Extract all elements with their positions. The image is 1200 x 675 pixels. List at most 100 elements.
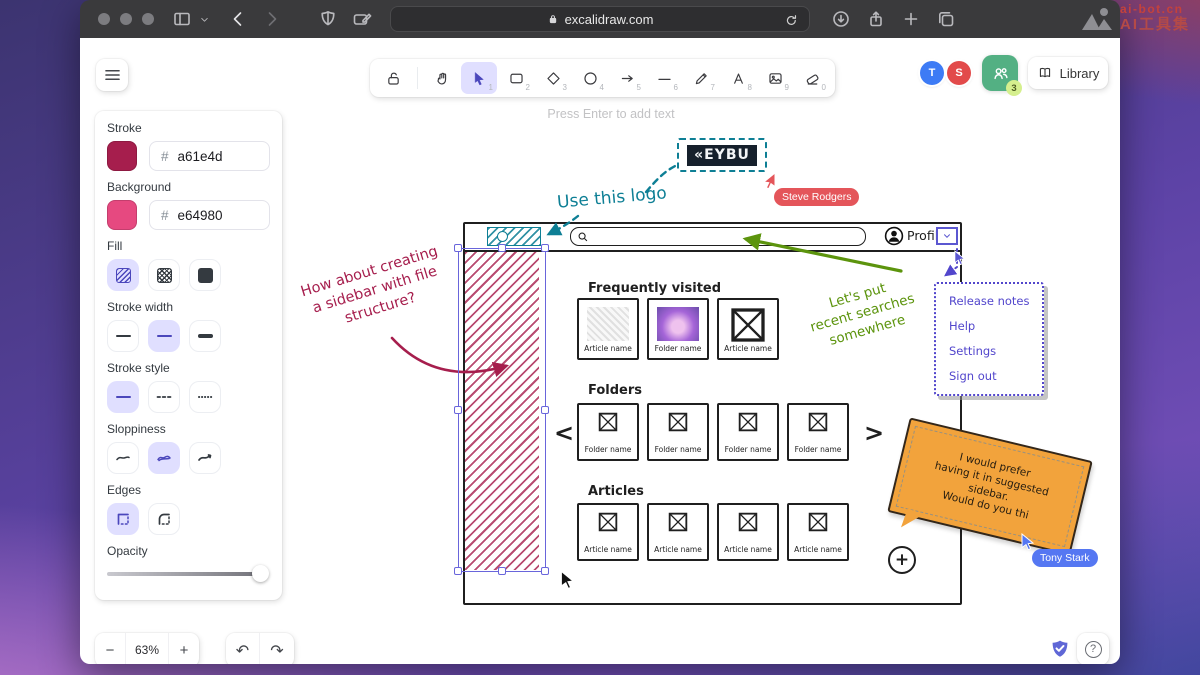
- wireframe-card[interactable]: Folder name: [717, 403, 779, 461]
- background-hex-input[interactable]: # e64980: [149, 200, 270, 230]
- selection-handle[interactable]: [498, 567, 506, 575]
- wireframe-card[interactable]: Article name: [647, 503, 709, 561]
- main-menu-button[interactable]: [96, 59, 128, 91]
- sidebar-suggestion-note[interactable]: How about creating a sidebar with file s…: [276, 235, 474, 345]
- wireframe-card[interactable]: Folder name: [647, 298, 709, 360]
- share-collaboration-button[interactable]: 3: [982, 55, 1018, 91]
- stroke-hex-input[interactable]: # a61e4d: [149, 141, 270, 171]
- watermark-logo-icon: [1080, 4, 1114, 32]
- stroke-width-thin-button[interactable]: [107, 320, 139, 352]
- wireframe-card[interactable]: Article name: [787, 503, 849, 561]
- selection-handle[interactable]: [454, 567, 462, 575]
- wireframe-search-bar[interactable]: [570, 227, 866, 246]
- wireframe-profile-avatar-icon[interactable]: [884, 226, 904, 246]
- downloads-icon[interactable]: [831, 9, 851, 29]
- properties-panel: Stroke # a61e4d Background # e64980 Fill: [95, 111, 282, 600]
- help-button[interactable]: ?: [1077, 633, 1109, 664]
- background-color-swatch[interactable]: [107, 200, 137, 230]
- address-bar[interactable]: excalidraw.com: [390, 6, 810, 32]
- share-icon[interactable]: [866, 9, 886, 29]
- stroke-width-bold-button[interactable]: [148, 320, 180, 352]
- wireframe-card[interactable]: Folder name: [787, 403, 849, 461]
- opacity-slider[interactable]: [107, 566, 267, 582]
- logo-highlight-dashed-box[interactable]: «EYBU: [677, 138, 767, 172]
- use-this-logo-note[interactable]: Use this logo: [556, 183, 667, 213]
- text-icon: [730, 70, 747, 87]
- carousel-next-chevron[interactable]: >: [864, 419, 884, 447]
- selection-handle[interactable]: [498, 244, 506, 252]
- collaborator-avatar-s[interactable]: S: [947, 61, 971, 85]
- sloppiness-cartoonist-button[interactable]: [189, 442, 221, 474]
- library-button[interactable]: Library: [1028, 57, 1108, 89]
- wireframe-card[interactable]: Folder name: [647, 403, 709, 461]
- tool-lock-button[interactable]: [375, 62, 411, 94]
- wireframe-card[interactable]: Article name: [577, 298, 639, 360]
- selection-box[interactable]: [458, 248, 546, 572]
- opacity-knob[interactable]: [252, 565, 269, 582]
- privacy-shield-icon[interactable]: [318, 9, 338, 29]
- selection-handle[interactable]: [541, 244, 549, 252]
- fill-crosshatch-button[interactable]: [148, 259, 180, 291]
- selection-handle[interactable]: [454, 406, 462, 414]
- tool-ellipse-button[interactable]: 4: [572, 62, 608, 94]
- carousel-prev-chevron[interactable]: <: [554, 419, 574, 447]
- wireframe-logo-placeholder[interactable]: [487, 227, 541, 246]
- zoom-out-button[interactable]: −: [95, 633, 125, 664]
- selection-handle[interactable]: [541, 567, 549, 575]
- tool-eraser-button[interactable]: 0: [794, 62, 830, 94]
- zoom-in-button[interactable]: +: [169, 633, 199, 664]
- tool-selection-button[interactable]: 1: [461, 62, 497, 94]
- compose-icon[interactable]: [352, 9, 372, 29]
- tool-line-button[interactable]: 6: [646, 62, 682, 94]
- sloppiness-architect-button[interactable]: [107, 442, 139, 474]
- tool-rectangle-button[interactable]: 2: [498, 62, 534, 94]
- wireframe-card[interactable]: Article name: [577, 503, 639, 561]
- redo-button[interactable]: ↷: [260, 633, 294, 664]
- traffic-light-zoom[interactable]: [142, 13, 154, 25]
- edges-round-button[interactable]: [148, 503, 180, 535]
- sidebar-chevron-down-icon[interactable]: [198, 9, 210, 29]
- wireframe-card[interactable]: Folder name: [577, 403, 639, 461]
- stroke-style-solid-button[interactable]: [107, 381, 139, 413]
- undo-button[interactable]: ↶: [226, 633, 260, 664]
- menu-item-settings[interactable]: Settings: [949, 344, 1042, 358]
- edges-sharp-button[interactable]: [107, 503, 139, 535]
- image-icon: [767, 70, 784, 87]
- wireframe-card[interactable]: Article name: [717, 298, 779, 360]
- keybu-logo[interactable]: «EYBU: [687, 145, 757, 166]
- menu-item-help[interactable]: Help: [949, 319, 1042, 333]
- profile-menu-sketch[interactable]: Release notes Help Settings Sign out: [934, 282, 1044, 396]
- fill-solid-button[interactable]: [189, 259, 221, 291]
- sidebar-toggle-icon[interactable]: [172, 9, 192, 29]
- tool-draw-button[interactable]: 7: [683, 62, 719, 94]
- menu-item-release-notes[interactable]: Release notes: [949, 294, 1042, 308]
- tab-overview-icon[interactable]: [936, 9, 956, 29]
- new-tab-icon[interactable]: [901, 9, 921, 29]
- steve-cursor-label: Steve Rodgers: [774, 188, 859, 206]
- reload-icon[interactable]: [781, 10, 801, 30]
- stroke-width-extrabold-button[interactable]: [189, 320, 221, 352]
- fill-hachure-button[interactable]: [107, 259, 139, 291]
- tool-arrow-button[interactable]: 5: [609, 62, 645, 94]
- tool-image-button[interactable]: 9: [757, 62, 793, 94]
- stroke-style-dashed-button[interactable]: [148, 381, 180, 413]
- wireframe-profile-dropdown[interactable]: [936, 227, 958, 245]
- forward-icon[interactable]: [262, 9, 282, 29]
- back-icon[interactable]: [228, 9, 248, 29]
- wireframe-card[interactable]: Article name: [717, 503, 779, 561]
- tool-hand-button[interactable]: [424, 62, 460, 94]
- selection-handle[interactable]: [454, 244, 462, 252]
- menu-item-sign-out[interactable]: Sign out: [949, 369, 1042, 383]
- traffic-light-close[interactable]: [98, 13, 110, 25]
- stroke-color-swatch[interactable]: [107, 141, 137, 171]
- stroke-style-dotted-button[interactable]: [189, 381, 221, 413]
- selection-handle[interactable]: [541, 406, 549, 414]
- traffic-light-minimize[interactable]: [120, 13, 132, 25]
- collaborator-avatar-t[interactable]: T: [920, 61, 944, 85]
- sloppiness-artist-button[interactable]: [148, 442, 180, 474]
- zoom-level[interactable]: 63%: [125, 633, 169, 664]
- encryption-shield-icon[interactable]: [1049, 639, 1071, 663]
- tool-diamond-button[interactable]: 3: [535, 62, 571, 94]
- tool-text-button[interactable]: 8: [720, 62, 756, 94]
- wireframe-add-button[interactable]: +: [888, 546, 916, 574]
